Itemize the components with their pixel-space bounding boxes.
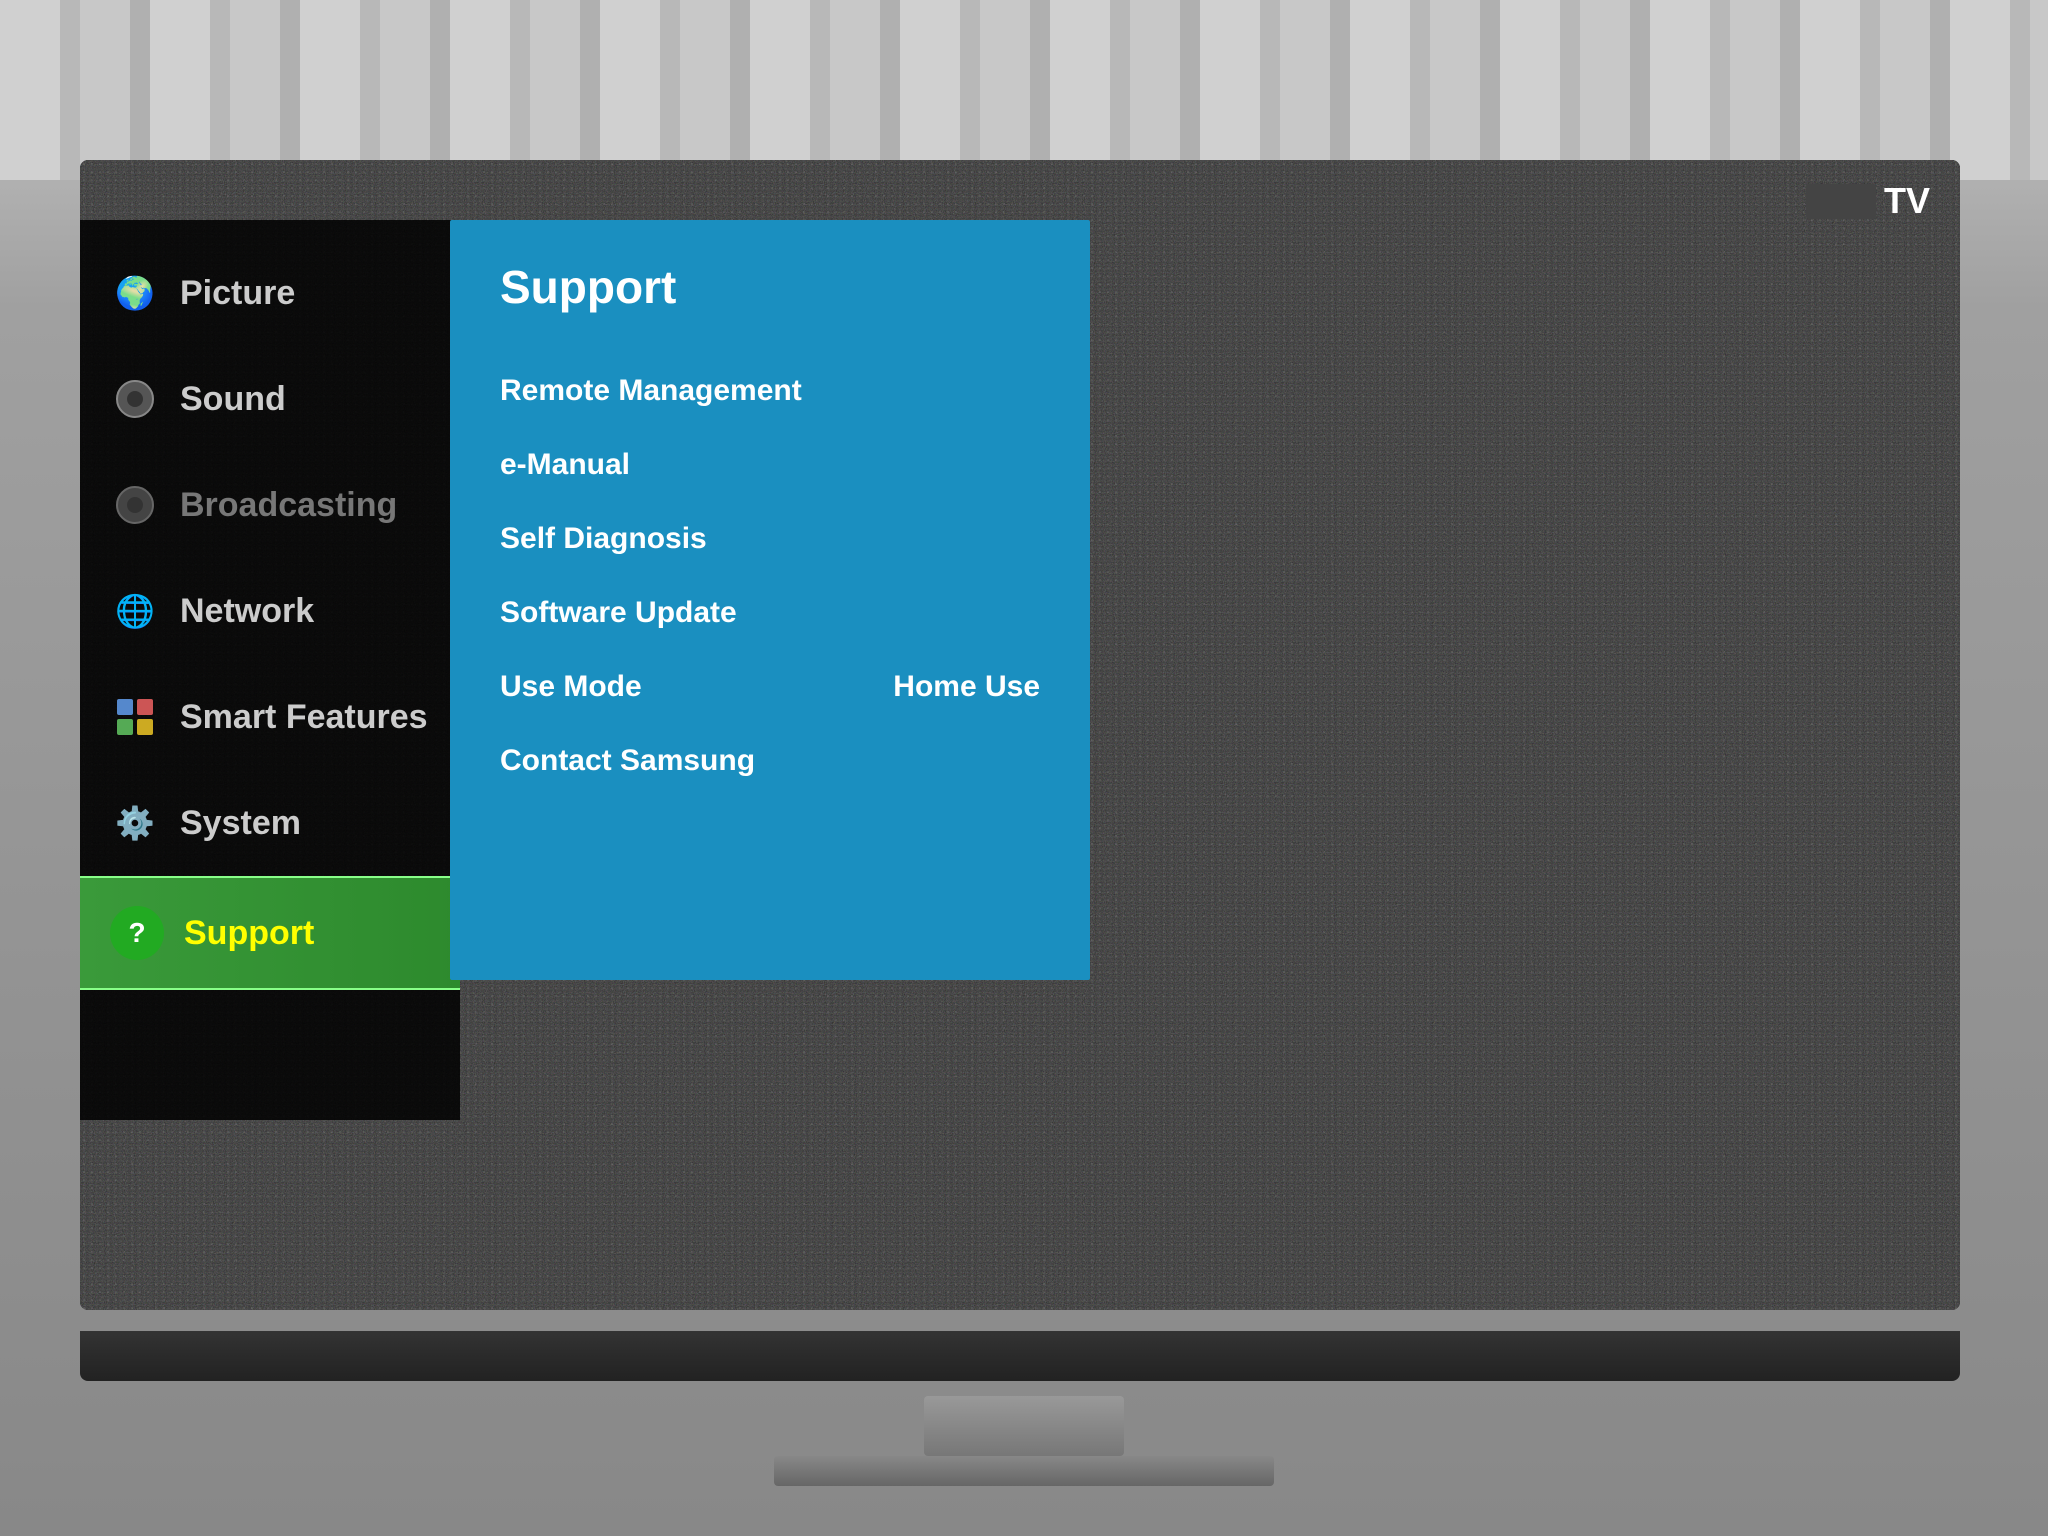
- sidebar-item-label: Picture: [180, 274, 295, 313]
- support-item-label: e-Manual: [500, 448, 630, 482]
- support-icon: ?: [110, 906, 164, 960]
- sound-icon: [110, 374, 160, 424]
- support-item-label: Self Diagnosis: [500, 522, 707, 556]
- tv-text: TV: [1884, 180, 1930, 222]
- sidebar-item-label: System: [180, 804, 301, 843]
- support-item-label: Contact Samsung: [500, 744, 755, 778]
- sidebar-item-network[interactable]: 🌐 Network: [80, 558, 460, 664]
- support-item-e-manual[interactable]: e-Manual: [500, 428, 1040, 502]
- sidebar-item-sound[interactable]: Sound: [80, 346, 460, 452]
- support-panel-title: Support: [500, 260, 1040, 314]
- sidebar-item-system[interactable]: ⚙️ System: [80, 770, 460, 876]
- support-item-label: Use Mode: [500, 670, 642, 704]
- broadcasting-icon: [110, 480, 160, 530]
- sidebar-item-support[interactable]: ? Support: [80, 876, 460, 990]
- network-icon: 🌐: [110, 586, 160, 636]
- tv-frame: TV 🌍 Picture Sound: [0, 0, 2048, 1536]
- smart-features-icon: [110, 692, 160, 742]
- samsung-logo: [1806, 184, 1876, 219]
- tv-screen: TV 🌍 Picture Sound: [80, 160, 1960, 1310]
- tv-stand-pole: [924, 1396, 1124, 1456]
- sidebar-item-label: Support: [184, 914, 314, 953]
- picture-icon: 🌍: [110, 268, 160, 318]
- support-item-label: Remote Management: [500, 374, 802, 408]
- sidebar-item-label: Sound: [180, 380, 286, 419]
- sidebar-item-label: Smart Features: [180, 698, 428, 737]
- sidebar-item-label: Network: [180, 592, 314, 631]
- support-item-use-mode[interactable]: Use Mode Home Use: [500, 650, 1040, 724]
- system-icon: ⚙️: [110, 798, 160, 848]
- window-blinds: [0, 0, 2048, 180]
- support-item-software-update[interactable]: Software Update: [500, 576, 1040, 650]
- support-item-self-diagnosis[interactable]: Self Diagnosis: [500, 502, 1040, 576]
- sidebar-menu: 🌍 Picture Sound: [80, 220, 460, 1120]
- support-item-label: Software Update: [500, 596, 737, 630]
- sidebar-item-picture[interactable]: 🌍 Picture: [80, 240, 460, 346]
- sidebar-item-broadcasting[interactable]: Broadcasting: [80, 452, 460, 558]
- sidebar-item-smart-features[interactable]: Smart Features: [80, 664, 460, 770]
- sidebar-item-label: Broadcasting: [180, 486, 397, 525]
- tv-label-area: TV: [1806, 180, 1930, 222]
- support-item-contact-samsung[interactable]: Contact Samsung: [500, 724, 1040, 798]
- tv-stand-base: [774, 1456, 1274, 1486]
- support-item-remote-management[interactable]: Remote Management: [500, 354, 1040, 428]
- support-item-value: Home Use: [893, 670, 1040, 704]
- support-panel: Support Remote Management e-Manual Self …: [450, 220, 1090, 980]
- tv-bottom-bar: [80, 1331, 1960, 1381]
